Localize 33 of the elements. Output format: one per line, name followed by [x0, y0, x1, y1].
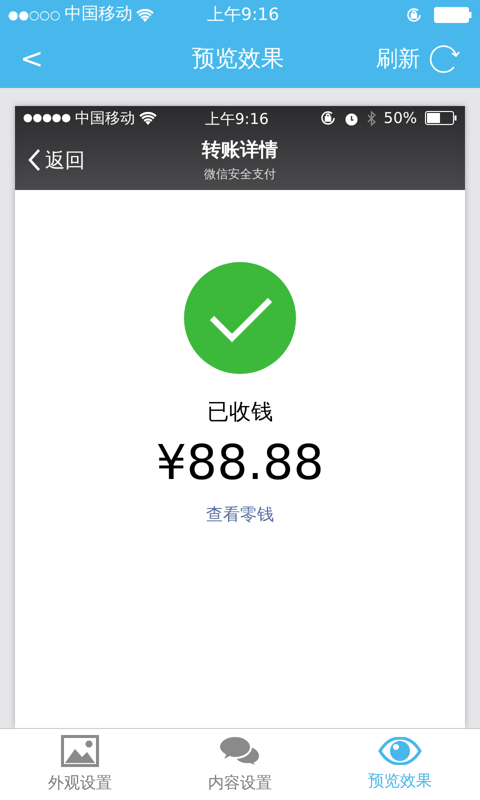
alarm-clock-icon — [344, 110, 359, 126]
signal-dots: ●●○○○ — [8, 7, 60, 24]
wifi-icon — [139, 112, 157, 124]
eye-icon — [378, 736, 422, 764]
signal-dots: ●●●●● — [23, 110, 71, 126]
screen-title: 转账详情 — [202, 138, 278, 163]
screen-subtitle: 微信安全支付 — [204, 166, 276, 182]
page-title: 预览效果 — [191, 44, 285, 74]
battery-percent: 50% — [384, 108, 417, 129]
chat-bubbles-icon — [218, 734, 262, 766]
clock: 上午9:16 — [205, 109, 269, 130]
back-button[interactable]: < — [20, 38, 60, 80]
refresh-icon — [428, 43, 460, 75]
tab[interactable]: 内容设置 — [160, 729, 320, 800]
chevron-left-icon — [27, 148, 41, 172]
bluetooth-icon — [366, 110, 376, 126]
battery-icon — [434, 7, 472, 23]
view-balance-link[interactable]: 查看零钱 — [206, 503, 274, 528]
success-check-icon — [184, 262, 296, 374]
tab[interactable]: 预览效果 — [320, 729, 480, 800]
battery-icon — [425, 111, 457, 125]
tab[interactable]: 外观设置 — [0, 729, 160, 800]
amount: ¥88.88 — [156, 434, 324, 493]
status-text: 已收钱 — [207, 399, 273, 427]
rotation-lock-icon — [406, 7, 422, 23]
carrier-name: 中国移动 — [75, 108, 135, 129]
back-button[interactable]: 返回 — [27, 145, 85, 175]
rotation-lock-icon — [320, 110, 336, 126]
clock: 上午9:16 — [207, 4, 280, 27]
image-icon — [61, 734, 99, 766]
wifi-icon — [136, 8, 154, 22]
carrier-name: 中国移动 — [64, 3, 132, 26]
refresh-button[interactable]: 刷新 — [376, 42, 460, 76]
